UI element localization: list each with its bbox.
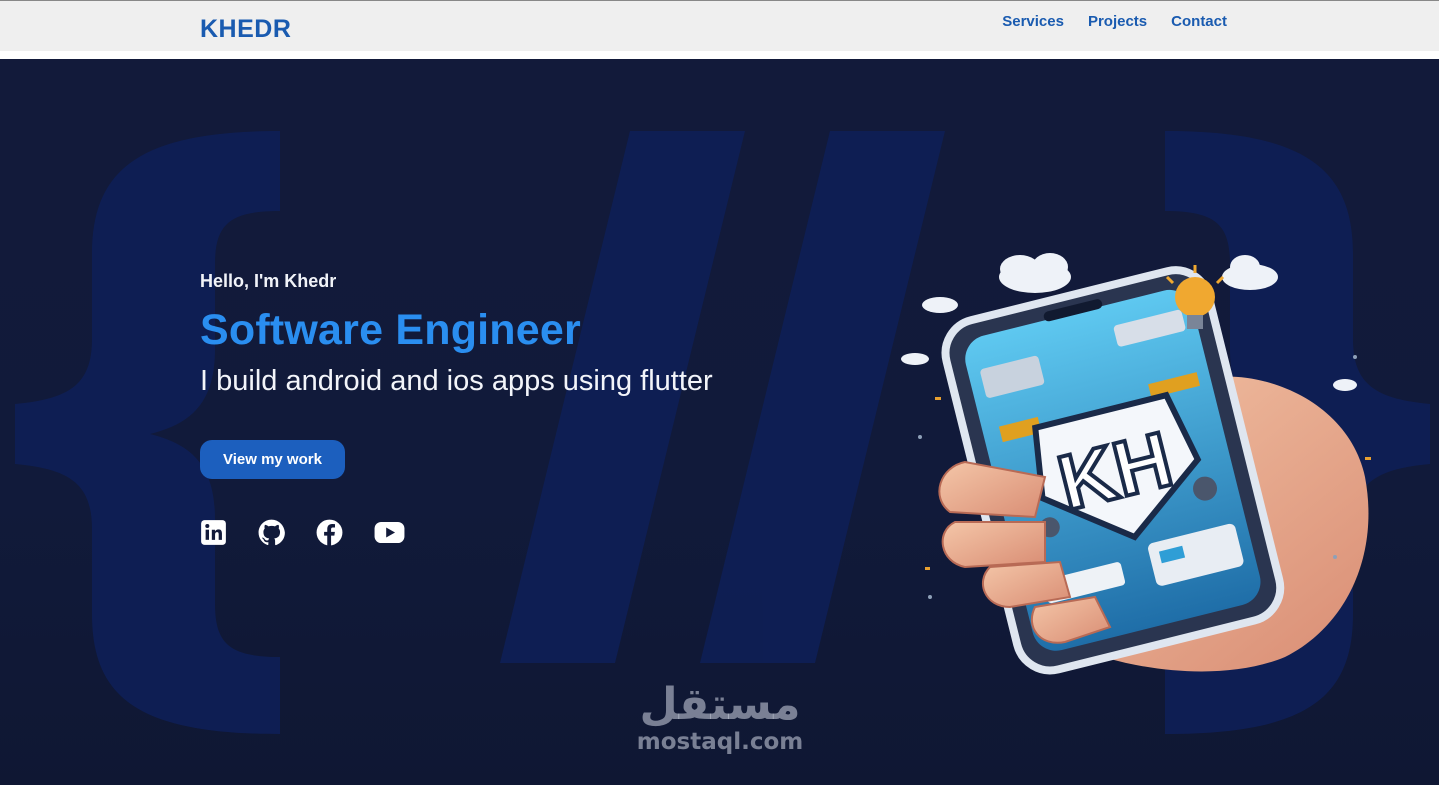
watermark: مستقل mostaql.com: [630, 679, 810, 755]
watermark-arabic: مستقل: [639, 679, 801, 730]
hero-greeting: Hello, I'm Khedr: [200, 271, 337, 291]
social-links: [200, 519, 713, 546]
hero-subline: I build android and ios apps using flutt…: [200, 365, 713, 397]
nav-menu: Services Projects Contact: [1002, 13, 1227, 30]
watermark-latin: mostaql.com: [636, 729, 804, 755]
nav-link-contact[interactable]: Contact: [1171, 13, 1227, 30]
hero-headline: Software Engineer: [200, 306, 581, 354]
view-my-work-button[interactable]: View my work: [200, 440, 345, 479]
hero-content: Hello, I'm Khedr Software Engineer I bui…: [200, 271, 713, 546]
youtube-icon[interactable]: [374, 519, 405, 546]
nav-link-services[interactable]: Services: [1002, 13, 1064, 30]
nav-divider: [0, 51, 1439, 59]
linkedin-icon[interactable]: [200, 519, 227, 546]
top-navbar: KHEDR Services Projects Contact: [0, 0, 1439, 51]
facebook-icon[interactable]: [316, 519, 343, 546]
github-icon[interactable]: [258, 519, 285, 546]
brand-logo[interactable]: KHEDR: [200, 15, 291, 44]
nav-link-projects[interactable]: Projects: [1088, 13, 1147, 30]
hero-section: Hello, I'm Khedr Software Engineer I bui…: [0, 59, 1439, 785]
hero-illustration: KH: [901, 253, 1371, 675]
